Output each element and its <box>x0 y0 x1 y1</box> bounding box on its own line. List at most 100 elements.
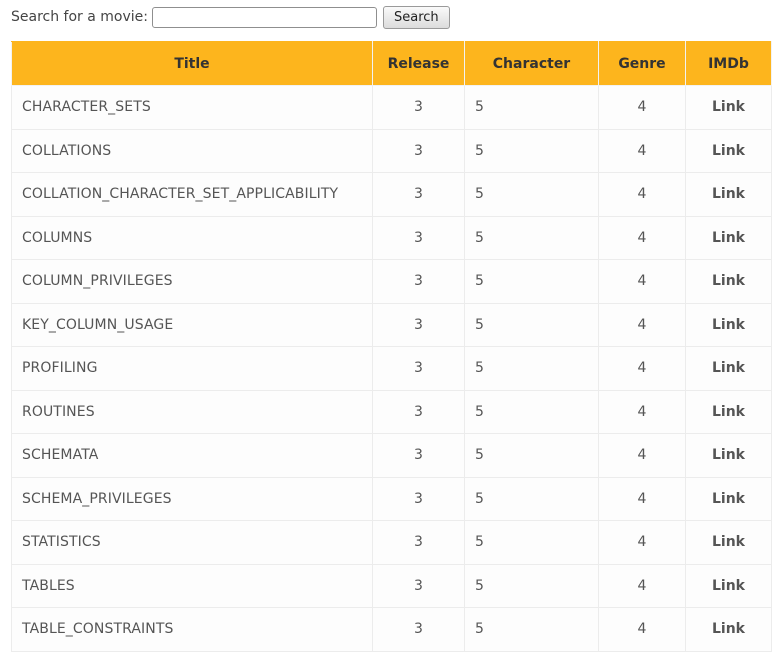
table-cell-title: COLLATIONS <box>11 128 373 173</box>
cell-genre: 4 <box>637 621 647 638</box>
cell-genre: 4 <box>637 229 647 246</box>
table-cell-genre: 4 <box>598 520 686 565</box>
search-button[interactable]: Search <box>383 5 450 29</box>
table-cell-release: 3 <box>372 215 465 260</box>
imdb-link[interactable]: Link <box>712 534 745 550</box>
search-bar: Search for a movie: Search <box>11 5 450 29</box>
cell-release: 3 <box>414 186 423 203</box>
table-cell-release: 3 <box>372 302 465 347</box>
cell-release: 3 <box>414 577 423 594</box>
table-cell-character: 5 <box>464 302 599 347</box>
table-cell-genre: 4 <box>598 259 686 304</box>
cell-genre: 4 <box>637 447 647 464</box>
imdb-link[interactable]: Link <box>712 143 745 159</box>
table-cell-genre: 4 <box>598 563 686 608</box>
cell-genre: 4 <box>637 186 647 203</box>
table-cell-character: 5 <box>464 346 599 391</box>
table-cell-character: 5 <box>464 433 599 478</box>
table-cell-imdb: Link <box>685 607 772 652</box>
table-cell-imdb: Link <box>685 346 772 391</box>
table-cell-genre: 4 <box>598 215 686 260</box>
table-cell-title: SCHEMA_PRIVILEGES <box>11 476 373 521</box>
table-row: PROFILING 3 5 4 Link <box>11 346 772 391</box>
table-cell-release: 3 <box>372 85 465 130</box>
cell-genre: 4 <box>637 142 647 159</box>
table-row: TABLE_CONSTRAINTS 3 5 4 Link <box>11 607 772 652</box>
search-label: Search for a movie: <box>11 9 148 25</box>
table-cell-title: CHARACTER_SETS <box>11 85 373 130</box>
cell-release: 3 <box>414 447 423 464</box>
cell-title: COLLATIONS <box>22 142 112 159</box>
cell-release: 3 <box>414 534 423 551</box>
table-cell-imdb: Link <box>685 302 772 347</box>
table-cell-character: 5 <box>464 563 599 608</box>
table-cell-genre: 4 <box>598 85 686 130</box>
column-header-character: Character <box>464 41 599 86</box>
cell-release: 3 <box>414 316 423 333</box>
table-cell-character: 5 <box>464 476 599 521</box>
cell-title: COLLATION_CHARACTER_SET_APPLICABILITY <box>22 186 339 203</box>
cell-character: 5 <box>475 447 484 464</box>
cell-character: 5 <box>475 577 484 594</box>
imdb-link[interactable]: Link <box>712 404 745 420</box>
cell-character: 5 <box>475 534 484 551</box>
table-row: KEY_COLUMN_USAGE 3 5 4 Link <box>11 302 772 347</box>
table-cell-character: 5 <box>464 389 599 434</box>
cell-genre: 4 <box>637 316 647 333</box>
table-row: COLUMNS 3 5 4 Link <box>11 215 772 260</box>
imdb-link[interactable]: Link <box>712 230 745 246</box>
cell-character: 5 <box>475 142 484 159</box>
table-cell-character: 5 <box>464 128 599 173</box>
cell-release: 3 <box>414 490 423 507</box>
table-cell-genre: 4 <box>598 389 686 434</box>
search-input[interactable] <box>152 6 377 28</box>
table-cell-title: COLUMN_PRIVILEGES <box>11 259 373 304</box>
table-row: COLUMN_PRIVILEGES 3 5 4 Link <box>11 259 772 304</box>
table-cell-imdb: Link <box>685 520 772 565</box>
table-cell-release: 3 <box>372 172 465 217</box>
table-row: COLLATIONS 3 5 4 Link <box>11 128 772 173</box>
imdb-link[interactable]: Link <box>712 360 745 376</box>
table-row: COLLATION_CHARACTER_SET_APPLICABILITY 3 5 4… <box>11 172 772 217</box>
table-cell-release: 3 <box>372 389 465 434</box>
table-cell-imdb: Link <box>685 433 772 478</box>
imdb-link[interactable]: Link <box>712 186 745 202</box>
column-header-imdb: IMDb <box>685 41 772 86</box>
cell-title: CHARACTER_SETS <box>22 99 151 116</box>
table-cell-title: TABLE_CONSTRAINTS <box>11 607 373 652</box>
imdb-link[interactable]: Link <box>712 491 745 507</box>
imdb-link[interactable]: Link <box>712 317 745 333</box>
table-header-row: Title Release Character Genre IMDb <box>11 41 772 86</box>
table-row: TABLES 3 5 4 Link <box>11 563 772 608</box>
table-row: ROUTINES 3 5 4 Link <box>11 389 772 434</box>
table-cell-release: 3 <box>372 607 465 652</box>
cell-character: 5 <box>475 186 484 203</box>
table-cell-release: 3 <box>372 128 465 173</box>
imdb-link[interactable]: Link <box>712 273 745 289</box>
cell-genre: 4 <box>637 99 647 116</box>
cell-title: SCHEMA_PRIVILEGES <box>22 490 172 507</box>
cell-genre: 4 <box>637 534 647 551</box>
column-header-release: Release <box>372 41 465 86</box>
table-cell-release: 3 <box>372 476 465 521</box>
table-cell-character: 5 <box>464 607 599 652</box>
table-cell-genre: 4 <box>598 172 686 217</box>
imdb-link[interactable]: Link <box>712 99 745 115</box>
table-row: STATISTICS 3 5 4 Link <box>11 520 772 565</box>
table-cell-release: 3 <box>372 346 465 391</box>
cell-genre: 4 <box>637 577 647 594</box>
table-cell-title: PROFILING <box>11 346 373 391</box>
table-body: CHARACTER_SETS 3 5 4 Link COLLATIONS 3 5 4 Link CO… <box>11 85 772 652</box>
table-cell-genre: 4 <box>598 128 686 173</box>
movie-table-wrapper: Title Release Character Genre IMDb CHARA… <box>11 41 782 652</box>
table-cell-release: 3 <box>372 259 465 304</box>
imdb-link[interactable]: Link <box>712 621 745 637</box>
movie-table: Title Release Character Genre IMDb CHARA… <box>11 41 772 652</box>
table-cell-imdb: Link <box>685 563 772 608</box>
cell-genre: 4 <box>637 273 647 290</box>
table-cell-imdb: Link <box>685 389 772 434</box>
table-cell-genre: 4 <box>598 302 686 347</box>
imdb-link[interactable]: Link <box>712 578 745 594</box>
table-cell-imdb: Link <box>685 476 772 521</box>
imdb-link[interactable]: Link <box>712 447 745 463</box>
